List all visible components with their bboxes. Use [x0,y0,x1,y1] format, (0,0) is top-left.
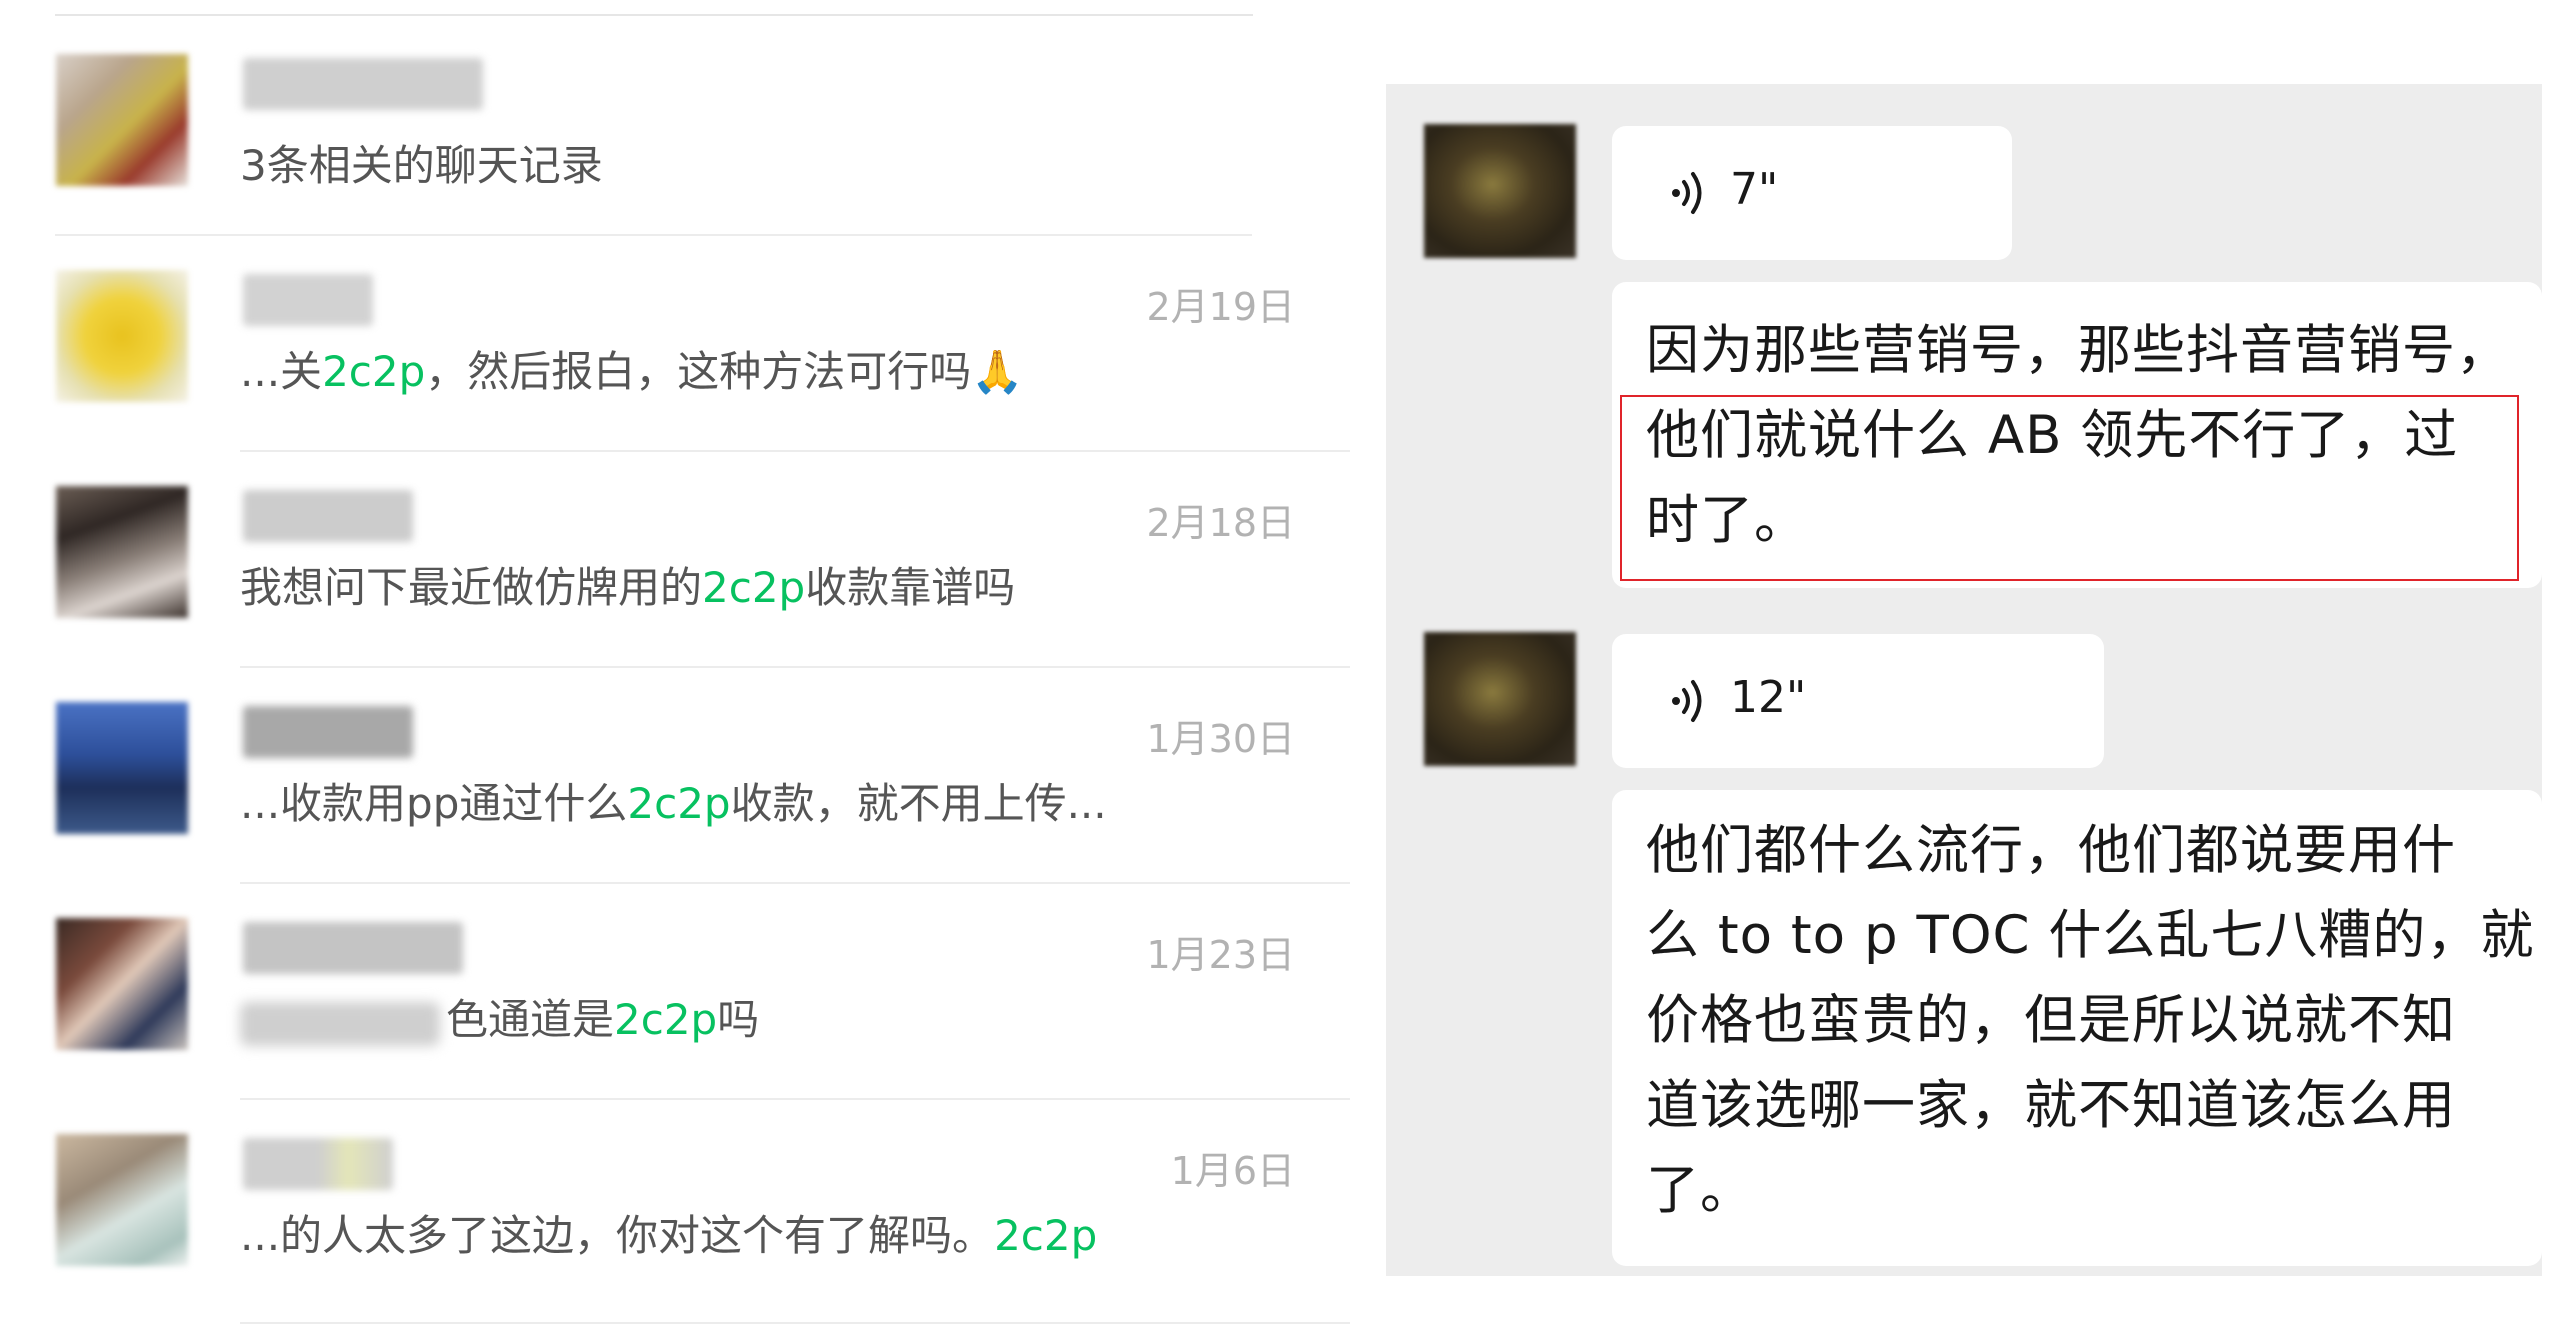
snippet-text: 色通道是 [446,995,615,1044]
contact-name-blurred [243,922,463,974]
avatar [56,54,188,186]
keyword-highlight: 2c2p [322,347,426,396]
voice-wave-icon [1672,680,1702,722]
message-line: 因为那些营销号，那些抖音营销号， [1646,320,2510,381]
keyword-highlight: 2c2p [627,779,731,828]
snippet-text: 3条相关的聊天记录 [240,141,603,190]
voice-wave-icon [1672,172,1702,214]
snippet-text: 收款，就不用上传... [730,779,1107,828]
result-snippet: 色通道是2c2p吗 [446,992,759,1048]
search-result-row[interactable]: 1月30日 ...收款用pp通过什么2c2p收款，就不用上传... [0,668,1360,884]
contact-name-blurred [243,1138,393,1190]
snippet-text: ...收款用pp通过什么 [240,779,628,828]
search-results-panel: 3条相关的聊天记录 2月19日 ...关2c2p，然后报白，这种方法可行吗🙏 2… [0,0,1360,1324]
message-line: 了。 [1646,1160,1754,1221]
avatar [56,270,188,402]
snippet-text: 收款靠谱吗 [805,563,1016,612]
avatar [56,486,188,618]
search-result-row[interactable]: 1月6日 ...的人太多了这边，你对这个有了解吗。2c2p [0,1100,1360,1324]
message-line: 他们都什么流行，他们都说要用什 [1646,820,2456,881]
avatar [56,702,188,834]
snippet-text: 我想问下最近做仿牌用的 [240,563,703,612]
snippet-text: ，然后报白，这种方法可行吗 [425,347,972,396]
result-snippet: ...关2c2p，然后报白，这种方法可行吗🙏 [240,344,1024,400]
sender-avatar [1424,124,1576,258]
snippet-text: ...关 [240,347,323,396]
snippet-text: ...的人太多了这边，你对这个有了解吗。 [240,1211,995,1260]
contact-name-blurred [243,490,413,542]
keyword-highlight: 2c2p [994,1211,1098,1260]
keyword-highlight: 2c2p [702,563,806,612]
avatar [56,1134,188,1266]
praying-hands-emoji: 🙏 [971,347,1024,396]
contact-name-blurred [243,274,373,326]
voice-duration: 12" [1730,672,1807,723]
contact-name-blurred [243,58,483,110]
result-date: 1月23日 [1146,933,1295,977]
keyword-highlight: 2c2p [614,995,718,1044]
result-date: 1月6日 [1170,1149,1295,1193]
voice-message-bubble[interactable]: 12" [1612,634,2104,768]
search-result-row[interactable]: 2月19日 ...关2c2p，然后报白，这种方法可行吗🙏 [0,236,1360,452]
result-date: 1月30日 [1146,717,1295,761]
blurred-snippet-prefix [240,1002,440,1046]
result-date: 2月19日 [1146,285,1295,329]
top-divider [55,14,1253,16]
search-result-row[interactable]: 1月23日 色通道是2c2p吗 [0,884,1360,1100]
contact-name-blurred [243,706,413,758]
avatar [56,918,188,1050]
result-snippet: ...的人太多了这边，你对这个有了解吗。2c2p [240,1208,1097,1264]
search-result-row[interactable]: 2月18日 我想问下最近做仿牌用的2c2p收款靠谱吗 [0,452,1360,668]
voice-duration: 7" [1730,164,1779,215]
message-line: 道该选哪一家，就不知道该怎么用 [1646,1075,2456,1136]
result-snippet: 我想问下最近做仿牌用的2c2p收款靠谱吗 [240,560,1015,616]
message-line: 价格也蛮贵的，但是所以说就不知 [1646,990,2456,1051]
result-date: 2月18日 [1146,501,1295,545]
message-line: 么 to to p TOC 什么乱七八糟的，就 [1646,905,2535,966]
search-result-row[interactable]: 3条相关的聊天记录 [0,20,1360,236]
highlight-annotation-box [1620,395,2519,581]
voice-message-bubble[interactable]: 7" [1612,126,2012,260]
sender-avatar [1424,632,1576,766]
text-message-bubble[interactable]: 他们都什么流行，他们都说要用什 么 to to p TOC 什么乱七八糟的，就 … [1612,790,2542,1266]
snippet-text: 吗 [717,995,760,1044]
result-snippet: ...收款用pp通过什么2c2p收款，就不用上传... [240,776,1107,832]
result-snippet: 3条相关的聊天记录 [240,138,603,194]
